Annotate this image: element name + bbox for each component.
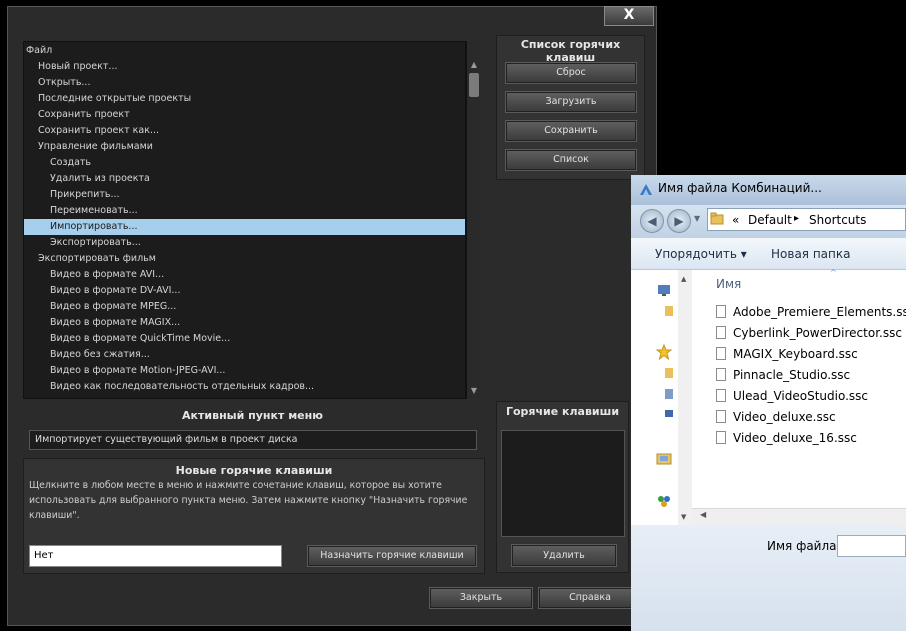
folder-icon[interactable] bbox=[664, 304, 674, 318]
folder-icon[interactable] bbox=[664, 366, 674, 380]
hotkey-input[interactable]: Нет bbox=[29, 545, 282, 567]
menu-item[interactable]: Видео в формате MPEG... bbox=[24, 299, 465, 315]
document-icon bbox=[716, 326, 726, 339]
nav-scroll-up-icon[interactable]: ▲ bbox=[681, 275, 686, 283]
document-icon bbox=[716, 305, 726, 318]
downloads-icon[interactable] bbox=[664, 387, 674, 401]
file-row[interactable]: Video_deluxe_16.ssc bbox=[716, 428, 857, 449]
document-icon bbox=[716, 347, 726, 360]
menu-item[interactable]: Открыть... bbox=[24, 75, 465, 91]
file-name: Ulead_VideoStudio.ssc bbox=[733, 389, 869, 403]
menu-item[interactable]: Создать bbox=[24, 155, 465, 171]
nav-pane-scrollbar[interactable] bbox=[678, 270, 692, 525]
document-icon bbox=[716, 431, 726, 444]
menu-item[interactable]: Экспортировать фильм bbox=[24, 251, 465, 267]
file-row[interactable]: Ulead_VideoStudio.ssc bbox=[716, 386, 868, 407]
breadcrumb-default[interactable]: Default bbox=[748, 213, 792, 227]
star-icon[interactable] bbox=[656, 344, 672, 360]
libraries-icon[interactable] bbox=[656, 451, 672, 467]
file-row[interactable]: Video_deluxe.ssc bbox=[716, 407, 836, 428]
menu-item[interactable]: Сохранить проект bbox=[24, 107, 465, 123]
menu-item[interactable]: Видео в формате AVI... bbox=[24, 267, 465, 283]
breadcrumb-separator-icon[interactable]: ▸ bbox=[794, 213, 799, 224]
scroll-up-icon[interactable]: ▲ bbox=[466, 60, 482, 69]
menu-item[interactable]: Видео в формате MAGIX... bbox=[24, 315, 465, 331]
menu-item[interactable]: Видео как последовательность отдельных к… bbox=[24, 379, 465, 395]
history-dropdown-icon[interactable]: ▼ bbox=[694, 214, 700, 223]
document-icon bbox=[716, 368, 726, 381]
file-name: Video_deluxe_16.ssc bbox=[733, 431, 857, 445]
menu-item[interactable]: Сохранить проект как... bbox=[24, 123, 465, 139]
menu-item[interactable]: Переименовать... bbox=[24, 203, 465, 219]
menu-item[interactable]: Удалить из проекта bbox=[24, 171, 465, 187]
menu-item[interactable]: Видео в формате QuickTime Movie... bbox=[24, 331, 465, 347]
file-name: Pinnacle_Studio.ssc bbox=[733, 368, 851, 382]
list-button[interactable]: Список bbox=[505, 149, 637, 171]
folder-icon bbox=[710, 212, 724, 225]
file-name: MAGIX_Keyboard.ssc bbox=[733, 347, 858, 361]
hotkeys-title: Горячие клавиши bbox=[505, 405, 620, 418]
column-header-name[interactable]: Имя bbox=[716, 277, 741, 291]
forward-arrow-icon[interactable]: ▶ bbox=[667, 209, 691, 233]
breadcrumb-overflow[interactable]: « bbox=[732, 213, 739, 227]
organize-menu[interactable]: Упорядочить ▾ bbox=[655, 247, 747, 261]
active-item-field: Импортирует существующий фильм в проект … bbox=[29, 430, 477, 450]
hscroll-left-icon[interactable]: ◀ bbox=[700, 510, 706, 519]
file-list-hscrollbar[interactable] bbox=[692, 508, 906, 525]
load-button[interactable]: Загрузить bbox=[505, 91, 637, 113]
menu-item-selected[interactable]: Импортировать... bbox=[24, 219, 465, 235]
nav-scroll-down-icon[interactable]: ▼ bbox=[681, 513, 686, 521]
menu-item[interactable]: Видео без сжатия... bbox=[24, 347, 465, 363]
hotkey-list-title: Список горячих клавиш bbox=[520, 38, 621, 64]
file-row[interactable]: MAGIX_Keyboard.ssc bbox=[716, 344, 858, 365]
menu-item[interactable]: Новый проект... bbox=[24, 59, 465, 75]
file-name: Adobe_Premiere_Elements.ssc bbox=[733, 305, 906, 319]
document-icon bbox=[716, 410, 726, 423]
app-icon bbox=[640, 184, 652, 195]
new-folder-button[interactable]: Новая папка bbox=[771, 247, 850, 261]
menu-item[interactable]: Файл bbox=[24, 43, 465, 59]
hotkeys-listbox[interactable] bbox=[501, 430, 625, 537]
filename-label: Имя файла: bbox=[767, 539, 841, 553]
new-hotkeys-title: Новые горячие клавиши bbox=[175, 464, 333, 477]
menu-item[interactable]: Управление фильмами bbox=[24, 139, 465, 155]
breadcrumb-shortcuts[interactable]: Shortcuts bbox=[809, 213, 866, 227]
menu-item[interactable]: Последние открытые проекты bbox=[24, 91, 465, 107]
save-button[interactable]: Сохранить bbox=[505, 120, 637, 142]
menu-item[interactable]: Прикрепить... bbox=[24, 187, 465, 203]
monitor-icon[interactable] bbox=[664, 407, 674, 421]
back-arrow-icon[interactable]: ◀ bbox=[640, 209, 664, 233]
menu-tree[interactable]: Файл Новый проект... Открыть... Последние о… bbox=[23, 41, 466, 399]
close-dialog-button[interactable]: Закрыть bbox=[429, 587, 533, 609]
desktop-icon[interactable] bbox=[656, 282, 672, 298]
file-row[interactable]: Pinnacle_Studio.ssc bbox=[716, 365, 850, 386]
close-button[interactable]: X bbox=[604, 6, 654, 26]
menu-item[interactable]: Экспортировать... bbox=[24, 235, 465, 251]
document-icon bbox=[716, 389, 726, 402]
file-name: Cyberlink_PowerDirector.ssc bbox=[733, 326, 902, 340]
file-row[interactable]: Adobe_Premiere_Elements.ssc bbox=[716, 302, 906, 323]
delete-button[interactable]: Удалить bbox=[511, 544, 617, 567]
filename-input[interactable] bbox=[837, 535, 906, 557]
hint-text: Щелкните в любом месте в меню и нажмите … bbox=[29, 480, 468, 521]
reset-button[interactable]: Сброс bbox=[505, 62, 637, 84]
help-button[interactable]: Справка bbox=[538, 587, 642, 609]
file-name: Video_deluxe.ssc bbox=[733, 410, 836, 424]
menu-item[interactable]: Видео в формате Motion-JPEG-AVI... bbox=[24, 363, 465, 379]
assign-hotkey-button[interactable]: Назначить горячие клавиши bbox=[307, 545, 477, 567]
scroll-down-icon[interactable]: ▼ bbox=[466, 386, 482, 395]
sort-ascending-icon: ^ bbox=[830, 268, 837, 277]
scrollbar-thumb[interactable] bbox=[469, 73, 479, 97]
homegroup-icon[interactable] bbox=[656, 493, 672, 509]
file-row[interactable]: Cyberlink_PowerDirector.ssc bbox=[716, 323, 902, 344]
file-dialog-title: Имя файла Комбинаций... bbox=[658, 181, 822, 195]
menu-item[interactable]: Видео в формате DV-AVI... bbox=[24, 283, 465, 299]
active-item-title: Активный пункт меню bbox=[182, 409, 323, 422]
